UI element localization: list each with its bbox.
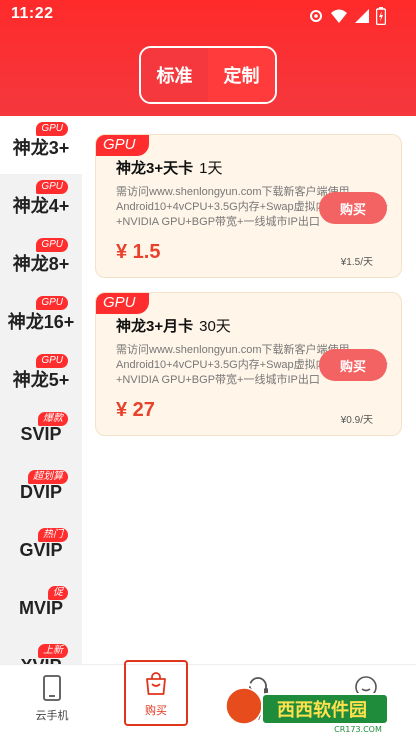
phone-icon <box>43 675 61 701</box>
sidebar-item-label: XVIP <box>0 656 82 664</box>
sidebar-item-label: DVIP <box>19 482 62 502</box>
product-duration: 1天 <box>199 160 223 177</box>
sidebar-item-shenlong8[interactable]: GPU 神龙8+ <box>0 232 82 290</box>
sidebar-item-label: GVIP <box>19 540 63 560</box>
sidebar-item-label: 神龙8+ <box>12 254 70 274</box>
sidebar-item-label: SVIP <box>20 424 62 444</box>
unit-price: ¥0.9/天 <box>340 415 373 426</box>
product-card: GPU 神龙3+天卡 1天 需访问www.shenlongyun.com下载新客户… <box>95 134 402 278</box>
wifi-icon <box>330 8 348 29</box>
shopping-bag-icon <box>146 672 166 695</box>
sidebar-item-shenlong4[interactable]: GPU 神龙4+ <box>0 174 82 232</box>
nav-purchase[interactable]: 购买 <box>124 660 188 726</box>
product-name: 神龙3+天卡 <box>116 160 194 177</box>
sidebar-item-label: 神龙3+ <box>12 138 70 158</box>
product-price: ¥ 27 <box>116 399 155 421</box>
buy-button[interactable]: 购买 <box>319 192 387 224</box>
battery-icon <box>375 7 387 30</box>
sidebar-item-label: MVIP <box>18 598 63 618</box>
nav-label: 购买 <box>145 705 167 717</box>
plan-type-switch: 标准 定制 <box>139 46 277 104</box>
sidebar-item-svip[interactable]: 爆款 SVIP <box>0 406 82 464</box>
signal-icon <box>354 8 370 29</box>
nav-cloud-phone[interactable]: 云手机 <box>14 665 90 740</box>
gpu-tag: GPU <box>96 293 149 314</box>
product-duration: 30天 <box>199 318 231 335</box>
gpu-tag: GPU <box>96 135 149 156</box>
sidebar-item-mvip[interactable]: 促 MVIP <box>0 580 82 638</box>
product-card: GPU 神龙3+月卡 30天 需访问www.shenlongyun.com下载新客… <box>95 292 402 436</box>
sidebar-item-label: 神龙4+ <box>12 196 70 216</box>
sidebar-item-shenlong5[interactable]: GPU 神龙5+ <box>0 348 82 406</box>
product-price: ¥ 1.5 <box>116 241 161 263</box>
tab-standard[interactable]: 标准 <box>141 48 208 102</box>
nav-label: 云手机 <box>35 710 69 722</box>
sidebar-item-xvip[interactable]: 上新 XVIP <box>0 638 82 664</box>
sidebar-item-label: 神龙5+ <box>12 370 70 390</box>
sidebar-item-shenlong3[interactable]: GPU 神龙3+ <box>0 116 82 174</box>
product-title: 神龙3+天卡 1天 <box>116 157 222 178</box>
sidebar-item-label: 神龙16+ <box>7 312 75 332</box>
sidebar-item-shenlong16[interactable]: GPU 神龙16+ <box>0 290 82 348</box>
product-title: 神龙3+月卡 30天 <box>116 315 231 336</box>
buy-button[interactable]: 购买 <box>319 349 387 381</box>
watermark-sub: CR173.COM <box>334 725 382 734</box>
sidebar-item-gvip[interactable]: 热门 GVIP <box>0 522 82 580</box>
watermark-logo: 西西软件园 CR173.COM <box>220 682 389 734</box>
product-name: 神龙3+月卡 <box>116 318 194 335</box>
sidebar-item-dvip[interactable]: 超划算 DVIP <box>0 464 82 522</box>
status-time: 11:22 <box>11 5 54 22</box>
product-sidebar[interactable]: GPU 神龙3+ GPU 神龙4+ GPU 神龙8+ GPU 神龙16+ GPU… <box>0 116 82 664</box>
watermark-text: 西西软件园 <box>277 699 367 721</box>
unit-price: ¥1.5/天 <box>340 257 373 268</box>
top-header: 11:22 标准 定制 <box>0 0 416 116</box>
tab-custom[interactable]: 定制 <box>208 48 275 102</box>
gear-icon <box>308 8 324 29</box>
status-bar: 11:22 <box>0 0 416 30</box>
